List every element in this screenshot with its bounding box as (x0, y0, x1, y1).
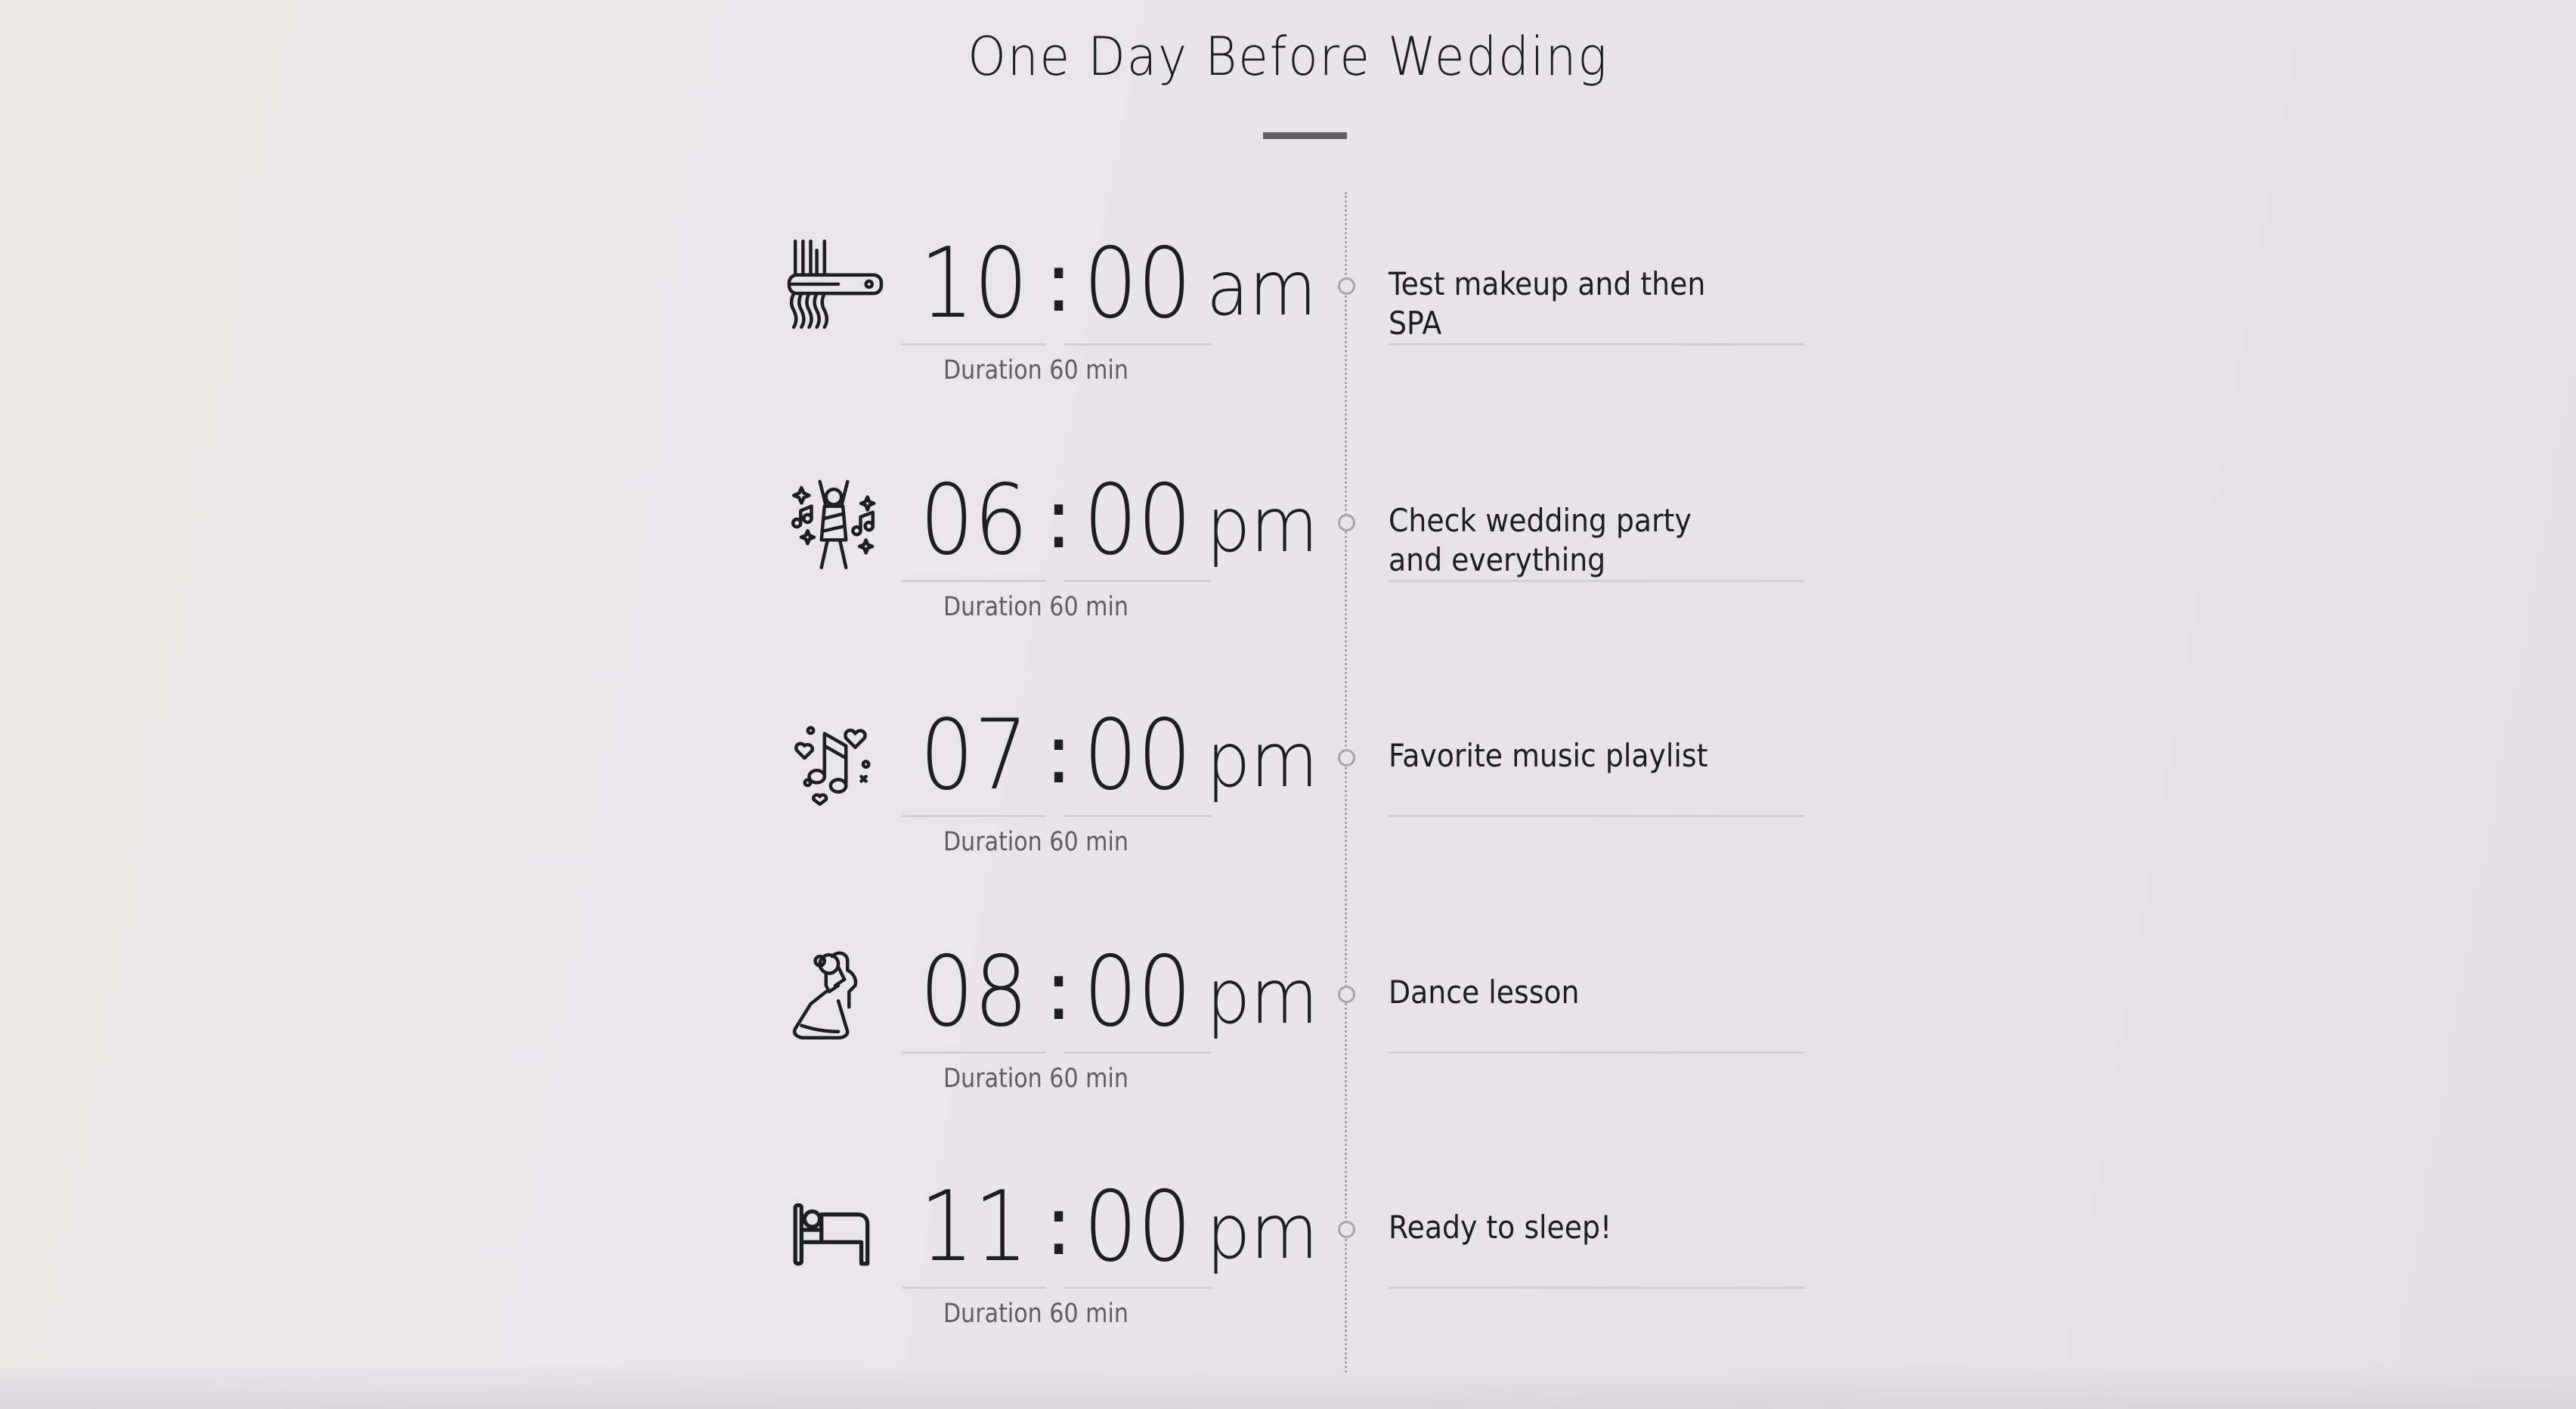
time-separator: : (1045, 470, 1073, 567)
hour-underline (902, 580, 1046, 582)
minute-underline (1064, 1051, 1211, 1054)
meridiem-label[interactable]: pm (1206, 488, 1318, 563)
activity-underline (1389, 580, 1804, 582)
schedule-item: 11 : 00 pm Duration 60 min Ready to slee… (0, 1163, 2576, 1359)
timeline-node (1338, 1221, 1355, 1238)
duration-label: Duration 60 min (943, 355, 1129, 386)
meridiem-label[interactable]: pm (1206, 723, 1318, 798)
hour-field[interactable]: 07 (910, 708, 1037, 804)
schedule-item: 08 : 00 pm Duration 60 min Dance lesson (0, 927, 2576, 1124)
duration-label: Duration 60 min (943, 827, 1129, 857)
minute-underline (1064, 580, 1211, 582)
music-notes-hearts-icon (786, 712, 884, 810)
activity-text[interactable]: Check wedding party and everything (1389, 501, 1729, 580)
hair-straightener-icon (786, 238, 884, 336)
activity-text[interactable]: Test makeup and then SPA (1389, 265, 1756, 343)
bottom-shadow (0, 1364, 2576, 1409)
dancing-couple-icon (786, 946, 884, 1044)
duration-label: Duration 60 min (943, 592, 1129, 622)
minute-field[interactable]: 00 (1073, 472, 1203, 569)
minute-field[interactable]: 00 (1073, 708, 1203, 804)
hour-field[interactable]: 08 (910, 944, 1037, 1041)
meridiem-label[interactable]: am (1206, 251, 1317, 327)
minute-underline (1064, 343, 1211, 345)
activity-underline (1389, 815, 1804, 817)
minute-field[interactable]: 00 (1073, 236, 1203, 333)
meridiem-label[interactable]: pm (1206, 959, 1318, 1035)
hour-field[interactable]: 10 (910, 236, 1037, 333)
minute-field[interactable]: 00 (1073, 1179, 1203, 1276)
minute-underline (1064, 815, 1211, 817)
hour-field[interactable]: 11 (910, 1179, 1037, 1276)
minute-underline (1064, 1287, 1211, 1289)
time-separator: : (1045, 1177, 1073, 1274)
hour-field[interactable]: 06 (910, 472, 1037, 569)
activity-underline (1389, 1287, 1804, 1289)
timeline-node (1338, 514, 1355, 531)
bed-icon (786, 1181, 884, 1279)
activity-underline (1389, 343, 1804, 345)
hour-underline (902, 815, 1046, 817)
duration-label: Duration 60 min (943, 1064, 1129, 1094)
meridiem-label[interactable]: pm (1206, 1194, 1318, 1270)
schedule-item: 06 : 00 pm Duration 60 min Check wedding… (0, 456, 2576, 652)
activity-text[interactable]: Ready to sleep! (1389, 1208, 1756, 1247)
activity-underline (1389, 1051, 1804, 1054)
schedule-item: 07 : 00 pm Duration 60 min Favorite musi… (0, 691, 2576, 887)
hour-underline (902, 1287, 1046, 1289)
schedule-item: 10 : 00 am Duration 60 min Test makeup a… (0, 219, 2576, 416)
activity-text[interactable]: Dance lesson (1389, 973, 1756, 1012)
page-title: One Day Before Wedding (968, 26, 1608, 88)
timeline-node (1338, 749, 1355, 766)
activity-text[interactable]: Favorite music playlist (1389, 736, 1756, 776)
time-separator: : (1045, 705, 1073, 802)
timeline-node (1338, 277, 1355, 295)
time-separator: : (1045, 942, 1073, 1039)
hour-underline (902, 343, 1046, 345)
time-separator: : (1045, 234, 1073, 330)
hour-underline (902, 1051, 1046, 1054)
dancing-party-icon (786, 475, 884, 574)
duration-label: Duration 60 min (943, 1299, 1129, 1329)
minute-field[interactable]: 00 (1073, 944, 1203, 1041)
title-divider (1263, 132, 1347, 139)
timeline-node (1338, 986, 1355, 1003)
